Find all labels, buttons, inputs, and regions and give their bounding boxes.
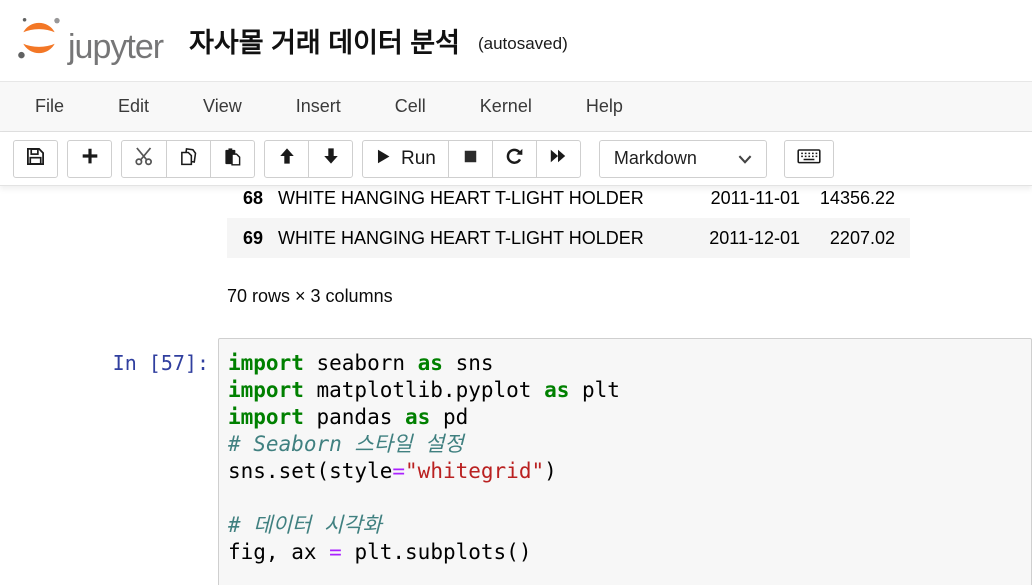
menu-kernel[interactable]: Kernel [453,84,559,129]
command-palette-button[interactable] [784,140,834,178]
row-index: 69 [243,228,278,249]
code-cell: In [57]: import seaborn as snsimport mat… [0,338,1032,585]
restart-icon [505,147,524,171]
notebook-content: 68 WHITE HANGING HEART T-LIGHT HOLDER 20… [0,186,1032,585]
cut-button[interactable] [121,140,167,178]
restart-run-all-button[interactable] [536,140,581,178]
notebook-title[interactable]: 자사몰 거래 데이터 분석 [189,21,460,60]
save-button[interactable] [13,140,58,178]
jupyter-logo[interactable]: jupyter [16,15,163,66]
menu-insert[interactable]: Insert [269,84,368,129]
cell-value: 14356.22 [800,188,895,209]
move-cell-up-button[interactable] [264,140,309,178]
dataframe-summary: 70 rows × 3 columns [227,286,1032,307]
table-row: 69 WHITE HANGING HEART T-LIGHT HOLDER 20… [227,218,910,258]
cell-date: 2011-12-01 [690,228,800,249]
save-icon [26,147,45,171]
menu-file[interactable]: File [8,84,91,129]
cell-date: 2011-11-01 [690,188,800,209]
cut-icon [134,146,154,171]
copy-button[interactable] [166,140,211,178]
cell-type-select[interactable]: Markdown [599,140,767,178]
move-button-group [264,140,353,178]
add-cell-button[interactable] [67,140,112,178]
table-row: 68 WHITE HANGING HEART T-LIGHT HOLDER 20… [227,186,910,218]
cell-description: WHITE HANGING HEART T-LIGHT HOLDER [278,228,690,249]
interrupt-kernel-button[interactable] [448,140,493,178]
edit-button-group [121,140,255,178]
run-button-group: Run [362,140,581,178]
run-button-label: Run [401,148,436,170]
move-cell-down-button[interactable] [308,140,353,178]
menubar: File Edit View Insert Cell Kernel Help [0,82,1032,132]
copy-icon [179,147,198,171]
restart-kernel-button[interactable] [492,140,537,178]
paste-button[interactable] [210,140,255,178]
autosave-status: (autosaved) [478,28,568,54]
code-lines: import seaborn as snsimport matplotlib.p… [228,350,1023,566]
jupyter-planet-icon [16,15,62,66]
code-input-area[interactable]: import seaborn as snsimport matplotlib.p… [218,338,1032,585]
cell-type-value: Markdown [614,148,697,169]
toolbar: Run Markdown [0,132,1032,186]
command-palette-keyboard-icon [797,147,821,170]
header: jupyter 자사몰 거래 데이터 분석 (autosaved) [0,0,1032,82]
prompt-column: In [57]: [0,338,218,585]
add-cell-icon [81,147,99,170]
menu-cell[interactable]: Cell [368,84,453,129]
move-up-icon [278,147,296,170]
menu-view[interactable]: View [176,84,269,129]
jupyter-wordmark: jupyter [68,30,163,66]
cell-description: WHITE HANGING HEART T-LIGHT HOLDER [278,188,690,209]
dataframe-output: 68 WHITE HANGING HEART T-LIGHT HOLDER 20… [227,186,1032,258]
restart-run-all-icon [549,147,567,170]
menu-edit[interactable]: Edit [91,84,176,129]
move-down-icon [322,147,340,170]
row-index: 68 [243,188,278,209]
run-button[interactable]: Run [362,140,449,178]
menu-help[interactable]: Help [559,84,650,129]
cell-value: 2207.02 [800,228,895,249]
input-prompt: In [57]: [113,351,209,375]
stop-icon [462,148,479,170]
run-icon [375,148,392,170]
chevron-down-icon [738,148,752,169]
paste-icon [223,147,242,171]
